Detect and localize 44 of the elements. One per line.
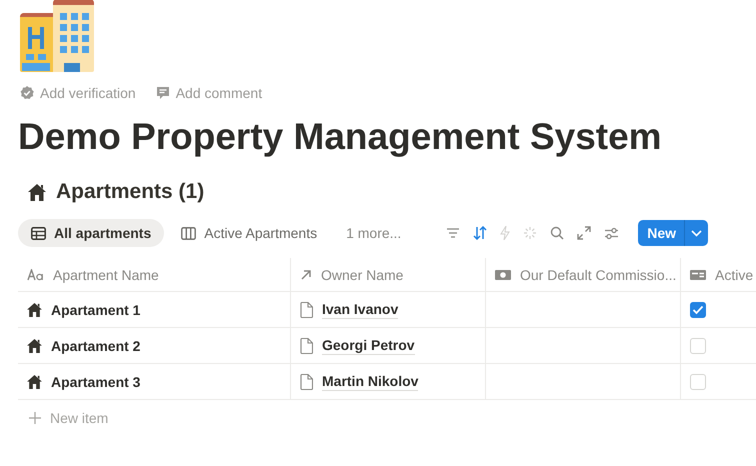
more-views-button[interactable]: 1 more... [338,219,410,247]
column-header[interactable]: Our Default Commissio... [485,258,680,291]
house-icon [27,302,42,316]
new-dropdown-button[interactable] [684,220,708,246]
view-tab[interactable]: Active Apartments [168,219,330,247]
table-cell: Georgi Petrov [290,328,485,363]
column-header[interactable]: Owner Name [290,258,485,291]
filter-icon[interactable] [446,227,460,239]
house-icon [28,184,46,200]
table-cell: Martin Nikolov [290,364,485,399]
table-cell: Apartament 3 [18,364,290,399]
checkbox[interactable] [690,302,706,318]
table-icon [31,226,46,240]
new-item-button[interactable]: New item [18,400,114,436]
view-tab[interactable]: All apartments [18,219,164,247]
database-title: Apartments (1) [56,180,204,204]
table-cell: Ivan Ivanov [290,292,485,327]
settings-icon[interactable] [604,226,620,240]
house-icon [27,374,42,388]
new-button[interactable]: New [638,220,684,246]
add-comment-button[interactable]: Add comment [154,83,264,103]
page-icon [300,302,313,318]
chevron-down-icon [691,230,702,236]
sort-icon[interactable] [473,226,488,240]
table-cell: Apartament 1 [18,292,290,327]
text-property-icon [27,268,44,280]
page-icon [300,374,313,390]
plus-icon [29,412,41,424]
search-icon[interactable] [550,226,564,240]
card-icon [690,268,706,280]
hotel-icon [18,0,96,73]
table-cell: Apartament 2 [18,328,290,363]
verified-badge-icon [20,86,34,100]
column-header[interactable]: Apartment Name [18,258,290,291]
comment-icon [156,86,170,100]
add-verification-button[interactable]: Add verification [18,83,138,103]
column-header[interactable]: Active [680,258,756,291]
page-icon [300,338,313,354]
expand-icon[interactable] [577,226,592,240]
house-icon [27,338,42,352]
page-title: Demo Property Management System [18,115,663,159]
banknote-icon [495,268,511,280]
board-icon [181,226,196,240]
arrow-icon [300,268,312,280]
